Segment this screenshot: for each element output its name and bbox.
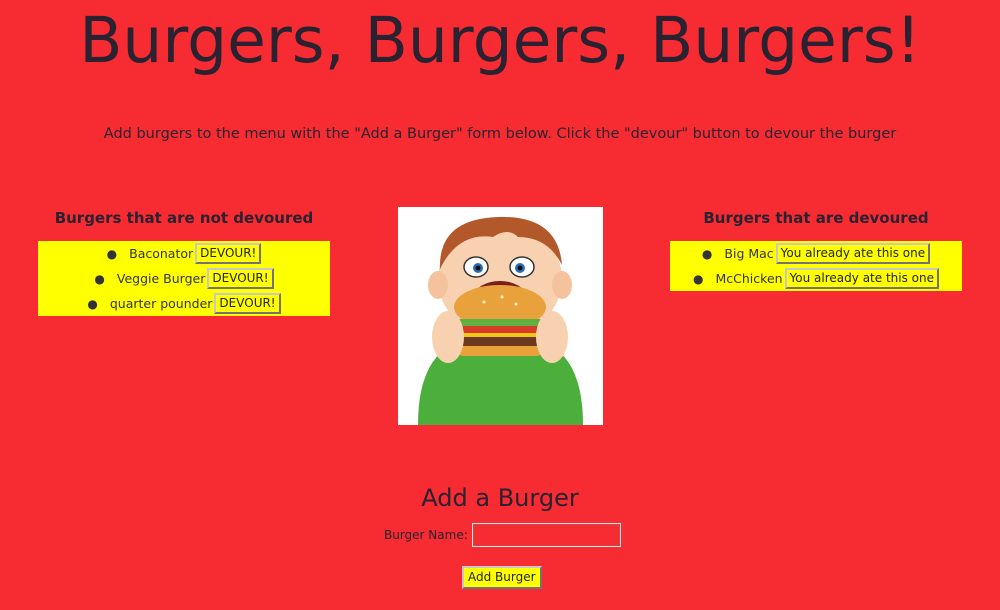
burger-name: McChicken (715, 271, 783, 286)
bullet-icon: ● (94, 271, 105, 286)
already-ate-button[interactable]: You already ate this one (775, 243, 931, 264)
list-item: ● quarter pounder DEVOUR! (38, 291, 330, 316)
bullet-icon: ● (106, 246, 118, 261)
list-item: ● Baconator DEVOUR! (38, 241, 330, 266)
burger-eating-image (398, 207, 603, 425)
devoured-heading: Burgers that are devoured (703, 209, 929, 227)
page-title: Burgers, Burgers, Burgers! (79, 4, 921, 77)
not-devoured-list: ● Baconator DEVOUR! ● Veggie Burger DEVO… (38, 241, 330, 316)
bullet-icon: ● (701, 246, 713, 261)
devour-button[interactable]: DEVOUR! (195, 243, 262, 264)
burger-name-input[interactable] (471, 523, 621, 547)
burger-name: Big Mac (724, 246, 774, 261)
devour-button[interactable]: DEVOUR! (207, 268, 274, 289)
list-item: ● Big Mac You already ate this one (670, 241, 962, 266)
burger-name: Baconator (129, 246, 194, 261)
burger-name: quarter pounder (109, 296, 213, 311)
bullet-icon: ● (87, 296, 98, 311)
already-ate-button[interactable]: You already ate this one (784, 268, 939, 289)
burger-name-row: Burger Name: (384, 523, 621, 547)
devour-button[interactable]: DEVOUR! (214, 293, 281, 314)
add-burger-heading: Add a Burger (421, 484, 579, 512)
devoured-list: ● Big Mac You already ate this one ● McC… (670, 241, 962, 291)
boy-eating-burger-icon (418, 216, 583, 425)
add-burger-button[interactable]: Add Burger (462, 566, 542, 589)
burger-name: Veggie Burger (116, 271, 206, 286)
page-instructions: Add burgers to the menu with the "Add a … (103, 126, 897, 142)
bullet-icon: ● (693, 271, 704, 286)
list-item: ● McChicken You already ate this one (670, 266, 962, 291)
burger-name-label: Burger Name: (384, 528, 468, 542)
list-item: ● Veggie Burger DEVOUR! (38, 266, 330, 291)
not-devoured-heading: Burgers that are not devoured (54, 209, 314, 227)
